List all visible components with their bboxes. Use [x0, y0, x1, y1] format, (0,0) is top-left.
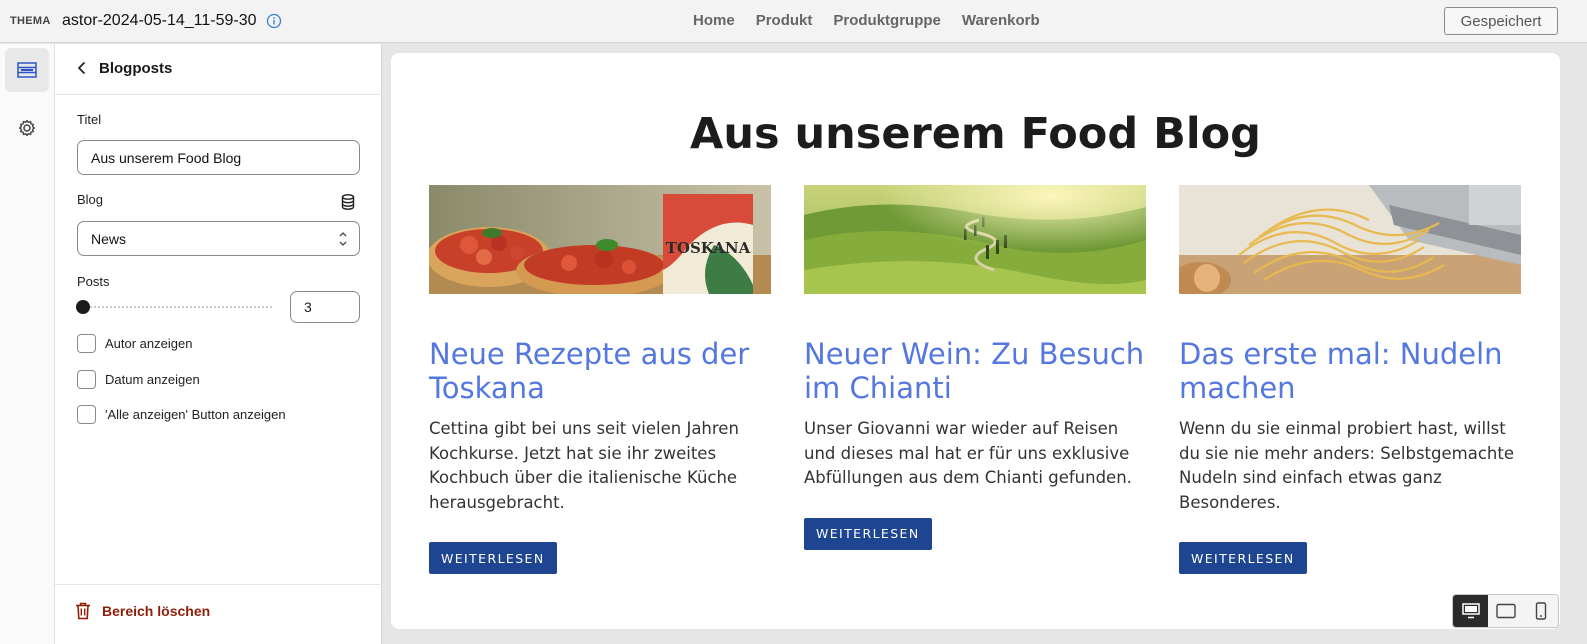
read-more-button[interactable]: WEITERLESEN	[804, 517, 932, 550]
tuscany-landscape-image	[804, 185, 1146, 294]
nav-home[interactable]: Home	[693, 12, 735, 29]
checkbox-autor[interactable]	[77, 334, 96, 353]
settings-button[interactable]	[5, 106, 49, 150]
top-bar: THEMA astor-2024-05-14_11-59-30 Home Pro…	[0, 0, 1587, 43]
card-text: Unser Giovanni war wieder auf Reisen und…	[804, 419, 1132, 487]
bruschetta-image: TOSKANA	[429, 185, 771, 294]
delete-section-button[interactable]: Bereich löschen	[75, 602, 210, 620]
titel-label: Titel	[77, 112, 102, 127]
blog-card: Das erste mal: Nudeln machen Wenn du sie…	[1179, 185, 1521, 574]
card-title[interactable]: Neue Rezepte aus der Toskana	[429, 337, 771, 405]
desktop-icon	[1461, 603, 1480, 619]
chevron-left-icon[interactable]	[75, 60, 89, 76]
posts-number-input[interactable]: 3	[290, 291, 360, 323]
device-toggle	[1452, 594, 1559, 628]
posts-slider-track[interactable]	[82, 306, 272, 308]
checkbox-label-alle-anzeigen: 'Alle anzeigen' Button anzeigen	[105, 407, 286, 422]
posts-slider-thumb[interactable]	[76, 300, 90, 314]
blog-card: TOSKANA Neue Rezepte aus der Toskana Cet…	[429, 185, 771, 574]
nav-produktgruppe[interactable]: Produktgruppe	[833, 12, 941, 29]
checkbox-row-autor[interactable]: Autor anzeigen	[77, 334, 192, 353]
blog-select[interactable]: News	[77, 221, 360, 256]
delete-section-label: Bereich löschen	[102, 603, 211, 619]
info-icon[interactable]	[266, 13, 282, 29]
card-text: Cettina gibt bei uns seit vielen Jahren …	[429, 419, 739, 512]
card-text: Wenn du sie einmal probiert hast, willst…	[1179, 419, 1514, 512]
panel-header: Blogposts	[55, 44, 382, 95]
checkbox-label-datum: Datum anzeigen	[105, 372, 200, 387]
blog-select-value: News	[91, 230, 127, 247]
nav-produkt[interactable]: Produkt	[756, 12, 813, 29]
checkbox-datum[interactable]	[77, 370, 96, 389]
tablet-icon	[1495, 603, 1516, 619]
pasta-image	[1179, 185, 1521, 294]
mobile-icon	[1535, 602, 1546, 620]
mobile-view-button[interactable]	[1523, 595, 1558, 627]
gear-icon	[18, 119, 36, 137]
sections-icon	[17, 62, 37, 78]
top-nav: Home Produkt Produktgruppe Warenkorb	[693, 12, 1040, 29]
book-title-text: TOSKANA	[666, 239, 751, 257]
card-title[interactable]: Das erste mal: Nudeln machen	[1179, 337, 1521, 405]
preview-canvas: Aus unserem Food Blog TOSKANA Neue Rezep…	[391, 53, 1560, 629]
tablet-view-button[interactable]	[1488, 595, 1523, 627]
panel-title: Blogposts	[99, 60, 173, 77]
nav-warenkorb[interactable]: Warenkorb	[962, 12, 1040, 29]
select-arrows-icon	[339, 232, 347, 246]
icon-rail	[0, 44, 55, 644]
checkbox-row-alle-anzeigen[interactable]: 'Alle anzeigen' Button anzeigen	[77, 405, 286, 424]
database-icon[interactable]	[341, 194, 355, 210]
blog-label: Blog	[77, 192, 104, 207]
settings-panel: Blogposts Titel Aus unserem Food Blog Bl…	[55, 44, 382, 644]
checkbox-alle-anzeigen[interactable]	[77, 405, 96, 424]
panel-footer: Bereich löschen	[55, 584, 382, 644]
posts-label: Posts	[77, 274, 110, 289]
sections-button[interactable]	[5, 48, 49, 92]
read-more-button[interactable]: WEITERLESEN	[1179, 542, 1307, 574]
blog-heading: Aus unserem Food Blog	[690, 109, 1261, 159]
desktop-view-button[interactable]	[1453, 595, 1488, 627]
blog-card: Neuer Wein: Zu Besuch im Chianti Unser G…	[804, 185, 1146, 550]
checkbox-row-datum[interactable]: Datum anzeigen	[77, 370, 200, 389]
trash-icon	[76, 602, 90, 620]
theme-name: astor-2024-05-14_11-59-30	[62, 12, 257, 29]
titel-input[interactable]: Aus unserem Food Blog	[77, 140, 360, 175]
checkbox-label-autor: Autor anzeigen	[105, 336, 193, 351]
card-title[interactable]: Neuer Wein: Zu Besuch im Chianti	[804, 337, 1146, 405]
saved-button[interactable]: Gespeichert	[1444, 7, 1558, 35]
thema-label: THEMA	[10, 15, 51, 27]
read-more-button[interactable]: WEITERLESEN	[429, 542, 557, 574]
